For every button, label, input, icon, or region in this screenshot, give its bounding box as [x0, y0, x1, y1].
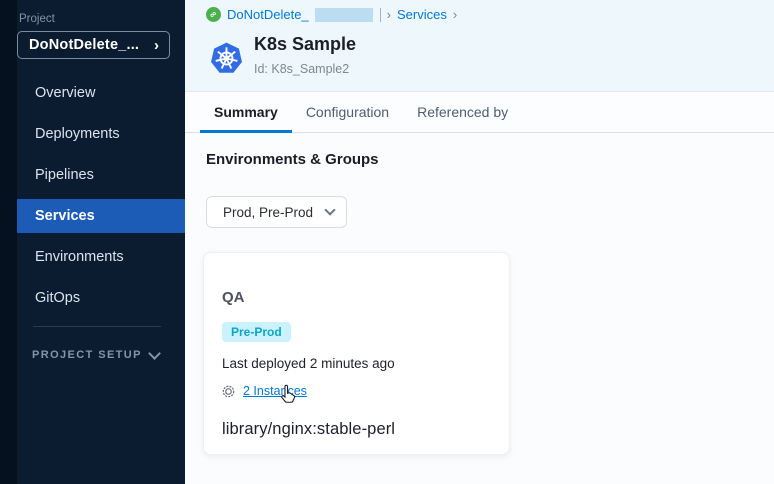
text-caret — [380, 8, 381, 22]
nav-rail — [0, 0, 17, 484]
tab-configuration[interactable]: Configuration — [292, 92, 403, 132]
project-icon: ∞ — [206, 7, 221, 22]
project-selector[interactable]: DoNotDelete_... › — [17, 31, 170, 59]
page-header: ∞ DoNotDelete_ › Services › — [185, 0, 774, 91]
chevron-right-icon: › — [154, 38, 159, 53]
breadcrumb-services-link[interactable]: Services — [397, 7, 447, 22]
sidebar-item-overview[interactable]: Overview — [17, 76, 185, 110]
project-label: Project — [19, 13, 55, 25]
breadcrumb-separator: › — [453, 7, 457, 22]
tab-referenced-by[interactable]: Referenced by — [403, 92, 522, 132]
artifact-name: library/nginx:stable-perl — [222, 420, 491, 439]
sidebar-nav: Overview Deployments Pipelines Services … — [17, 76, 185, 322]
kubernetes-icon — [210, 42, 243, 75]
environment-name: QA — [222, 289, 491, 306]
environment-filter-value: Prod, Pre-Prod — [223, 205, 313, 220]
app-window: Project DoNotDelete_... › Overview Deplo… — [0, 0, 774, 484]
main-panel: ∞ DoNotDelete_ › Services › — [185, 0, 774, 484]
project-sidebar: Project DoNotDelete_... › Overview Deplo… — [0, 0, 185, 484]
deploy-status: Last deployed 2 minutes ago — [222, 356, 491, 371]
chevron-down-icon — [148, 347, 161, 360]
instances-link[interactable]: 2 Instances — [243, 384, 307, 398]
sidebar-divider — [33, 326, 161, 327]
sidebar-item-gitops[interactable]: GitOps — [17, 281, 185, 315]
environment-filter-dropdown[interactable]: Prod, Pre-Prod — [206, 196, 347, 228]
page-title: K8s Sample — [254, 34, 356, 55]
breadcrumb: ∞ DoNotDelete_ › Services › — [206, 7, 457, 22]
tab-summary[interactable]: Summary — [200, 92, 292, 132]
tab-bar: Summary Configuration Referenced by — [185, 91, 774, 133]
breadcrumb-separator: › — [387, 7, 391, 22]
project-setup-label: PROJECT SETUP — [32, 349, 142, 361]
section-title: Environments & Groups — [206, 151, 379, 168]
environment-type-badge: Pre-Prod — [222, 322, 291, 342]
instance-row: 2 Instances — [222, 384, 491, 398]
selected-text-highlight — [315, 8, 373, 22]
project-setup-toggle[interactable]: PROJECT SETUP — [32, 349, 159, 361]
sidebar-item-deployments[interactable]: Deployments — [17, 117, 185, 151]
breadcrumb-project-link[interactable]: DoNotDelete_ — [227, 7, 309, 22]
service-id: Id: K8s_Sample2 — [254, 62, 349, 76]
chevron-down-icon — [324, 204, 335, 215]
sidebar-item-services[interactable]: Services — [17, 199, 185, 233]
sidebar-item-pipelines[interactable]: Pipelines — [17, 158, 185, 192]
instances-icon — [222, 385, 235, 398]
environment-card: QA Pre-Prod Last deployed 2 minutes ago … — [203, 252, 510, 455]
sidebar-item-environments[interactable]: Environments — [17, 240, 185, 274]
project-selector-value: DoNotDelete_... — [29, 37, 139, 53]
